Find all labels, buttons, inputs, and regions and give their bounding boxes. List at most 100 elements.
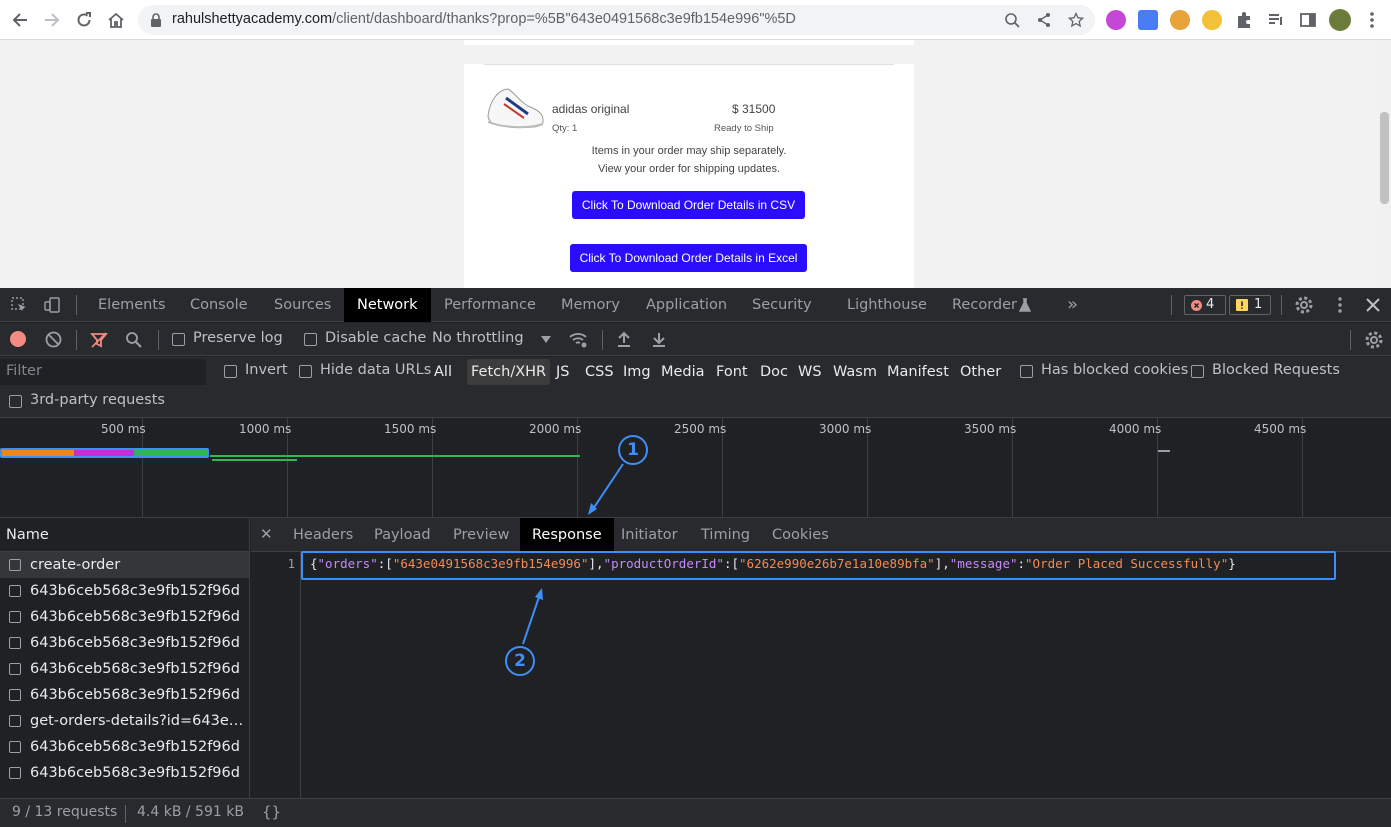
- filter-type-fetch-xhr[interactable]: Fetch/XHR: [467, 359, 551, 385]
- request-row[interactable]: 643b6ceb568c3e9fb152f96d: [0, 682, 249, 708]
- filter-type-all[interactable]: All: [430, 359, 456, 385]
- settings-gear-icon[interactable]: [1294, 295, 1314, 315]
- request-row[interactable]: 643b6ceb568c3e9fb152f96d: [0, 656, 249, 682]
- star-icon[interactable]: [1068, 12, 1084, 28]
- tab-console[interactable]: Console: [177, 288, 261, 322]
- puzzle-icon[interactable]: [1235, 11, 1253, 29]
- filter-icon[interactable]: [90, 331, 108, 349]
- request-icon: [9, 559, 21, 571]
- extension-timer-icon[interactable]: [1202, 10, 1222, 30]
- warning-counter[interactable]: 1: [1229, 295, 1271, 315]
- browser-toolbar: rahulshettyacademy.com/client/dashboard/…: [0, 0, 1391, 40]
- tab-sources[interactable]: Sources: [261, 288, 344, 322]
- extension-lb-icon[interactable]: [1106, 10, 1126, 30]
- tab-network[interactable]: Network: [344, 288, 431, 322]
- filter-type-css[interactable]: CSS: [581, 359, 618, 385]
- side-panel-icon[interactable]: [1299, 11, 1317, 29]
- throttling-select[interactable]: No throttling: [432, 330, 524, 346]
- home-icon[interactable]: [104, 8, 128, 32]
- scrollbar-thumb[interactable]: [1380, 112, 1389, 204]
- request-row[interactable]: 643b6ceb568c3e9fb152f96d: [0, 578, 249, 604]
- tab-lighthouse[interactable]: Lighthouse: [834, 288, 940, 322]
- tab-payload[interactable]: Payload: [362, 518, 443, 552]
- filter-type-media[interactable]: Media: [657, 359, 709, 385]
- share-icon[interactable]: [1036, 12, 1052, 28]
- tab-response[interactable]: Response: [520, 518, 614, 552]
- tab-preview[interactable]: Preview: [441, 518, 521, 552]
- search-icon[interactable]: [125, 331, 142, 348]
- extension-cookie-icon[interactable]: [1170, 10, 1190, 30]
- request-row[interactable]: get-orders-details?id=643e0...: [0, 708, 249, 734]
- export-har-icon[interactable]: [651, 331, 667, 348]
- zoom-icon[interactable]: [1004, 12, 1020, 28]
- avatar[interactable]: [1329, 9, 1351, 31]
- error-counter[interactable]: 4: [1184, 295, 1226, 315]
- filter-type-img[interactable]: Img: [619, 359, 655, 385]
- has-blocked-cookies-checkbox[interactable]: [1020, 365, 1033, 378]
- filter-type-font[interactable]: Font: [712, 359, 752, 385]
- tab-headers[interactable]: Headers: [281, 518, 365, 552]
- filter-type-wasm[interactable]: Wasm: [829, 359, 881, 385]
- tab-elements[interactable]: Elements: [85, 288, 179, 322]
- request-icon: [9, 715, 21, 727]
- tab-memory[interactable]: Memory: [548, 288, 633, 322]
- reload-icon[interactable]: [72, 8, 96, 32]
- filter-type-js[interactable]: JS: [552, 359, 573, 385]
- request-row[interactable]: 643b6ceb568c3e9fb152f96d: [0, 760, 249, 786]
- filter-type-manifest[interactable]: Manifest: [883, 359, 953, 385]
- close-devtools-icon[interactable]: [1366, 298, 1380, 312]
- timeline-tick: 2500 ms: [674, 422, 727, 436]
- network-conditions-icon[interactable]: [568, 331, 588, 349]
- request-icon: [9, 585, 21, 597]
- media-queue-icon[interactable]: [1267, 11, 1285, 29]
- clear-icon[interactable]: [45, 331, 62, 348]
- network-overview-timeline[interactable]: 500 ms 1000 ms 1500 ms 2000 ms 2500 ms 3…: [0, 417, 1391, 518]
- blocked-requests-checkbox[interactable]: [1191, 365, 1204, 378]
- request-row[interactable]: 643b6ceb568c3e9fb152f96d: [0, 630, 249, 656]
- response-body[interactable]: {"orders":["643e0491568c3e9fb154e996"],"…: [310, 556, 1236, 571]
- disable-cache-checkbox[interactable]: [304, 333, 317, 346]
- extension-translate-icon[interactable]: [1138, 10, 1158, 30]
- filter-type-ws[interactable]: WS: [794, 359, 826, 385]
- devtools-menu-icon[interactable]: [1333, 296, 1347, 314]
- back-arrow-icon[interactable]: [8, 8, 32, 32]
- timeline-tick: 500 ms: [101, 422, 146, 436]
- pretty-print-icon[interactable]: {}: [262, 803, 281, 821]
- network-settings-icon[interactable]: [1364, 330, 1384, 350]
- name-column-header[interactable]: Name: [0, 518, 249, 552]
- request-row[interactable]: 643b6ceb568c3e9fb152f96d: [0, 604, 249, 630]
- more-tabs-icon[interactable]: »: [1067, 294, 1078, 315]
- request-icon: [9, 767, 21, 779]
- address-bar[interactable]: rahulshettyacademy.com/client/dashboard/…: [138, 5, 1095, 35]
- tab-application[interactable]: Application: [633, 288, 740, 322]
- tab-timing[interactable]: Timing: [689, 518, 762, 552]
- menu-kebab-icon[interactable]: [1365, 11, 1379, 29]
- import-har-icon[interactable]: [616, 331, 632, 348]
- third-party-checkbox[interactable]: [9, 395, 22, 408]
- timeline-tick: 1000 ms: [239, 422, 292, 436]
- inspect-element-icon[interactable]: [10, 296, 28, 314]
- tab-initiator[interactable]: Initiator: [609, 518, 690, 552]
- ready-to-ship: Ready to Ship: [714, 123, 774, 134]
- filter-type-other[interactable]: Other: [956, 359, 1005, 385]
- filter-type-doc[interactable]: Doc: [756, 359, 792, 385]
- forward-arrow-icon[interactable]: [40, 8, 64, 32]
- device-toolbar-icon[interactable]: [43, 296, 61, 314]
- preserve-log-checkbox[interactable]: [172, 333, 185, 346]
- tab-cookies[interactable]: Cookies: [760, 518, 841, 552]
- line-number: 1: [287, 557, 295, 571]
- annotation-badge: 2: [505, 646, 535, 676]
- tab-security[interactable]: Security: [739, 288, 825, 322]
- request-row[interactable]: create-order: [0, 552, 249, 578]
- download-excel-button[interactable]: Click To Download Order Details in Excel: [570, 244, 807, 272]
- chevron-down-icon[interactable]: [541, 336, 551, 344]
- page-scrollbar[interactable]: [1378, 40, 1391, 288]
- request-row[interactable]: 643b6ceb568c3e9fb152f96d: [0, 734, 249, 760]
- record-icon[interactable]: [10, 331, 26, 347]
- tab-performance[interactable]: Performance: [431, 288, 549, 322]
- lock-icon[interactable]: [148, 12, 164, 28]
- tab-recorder[interactable]: Recorder: [939, 288, 1051, 322]
- error-count: 4: [1206, 297, 1215, 312]
- close-detail-icon[interactable]: ✕: [260, 525, 273, 543]
- download-csv-button[interactable]: Click To Download Order Details in CSV: [572, 191, 805, 219]
